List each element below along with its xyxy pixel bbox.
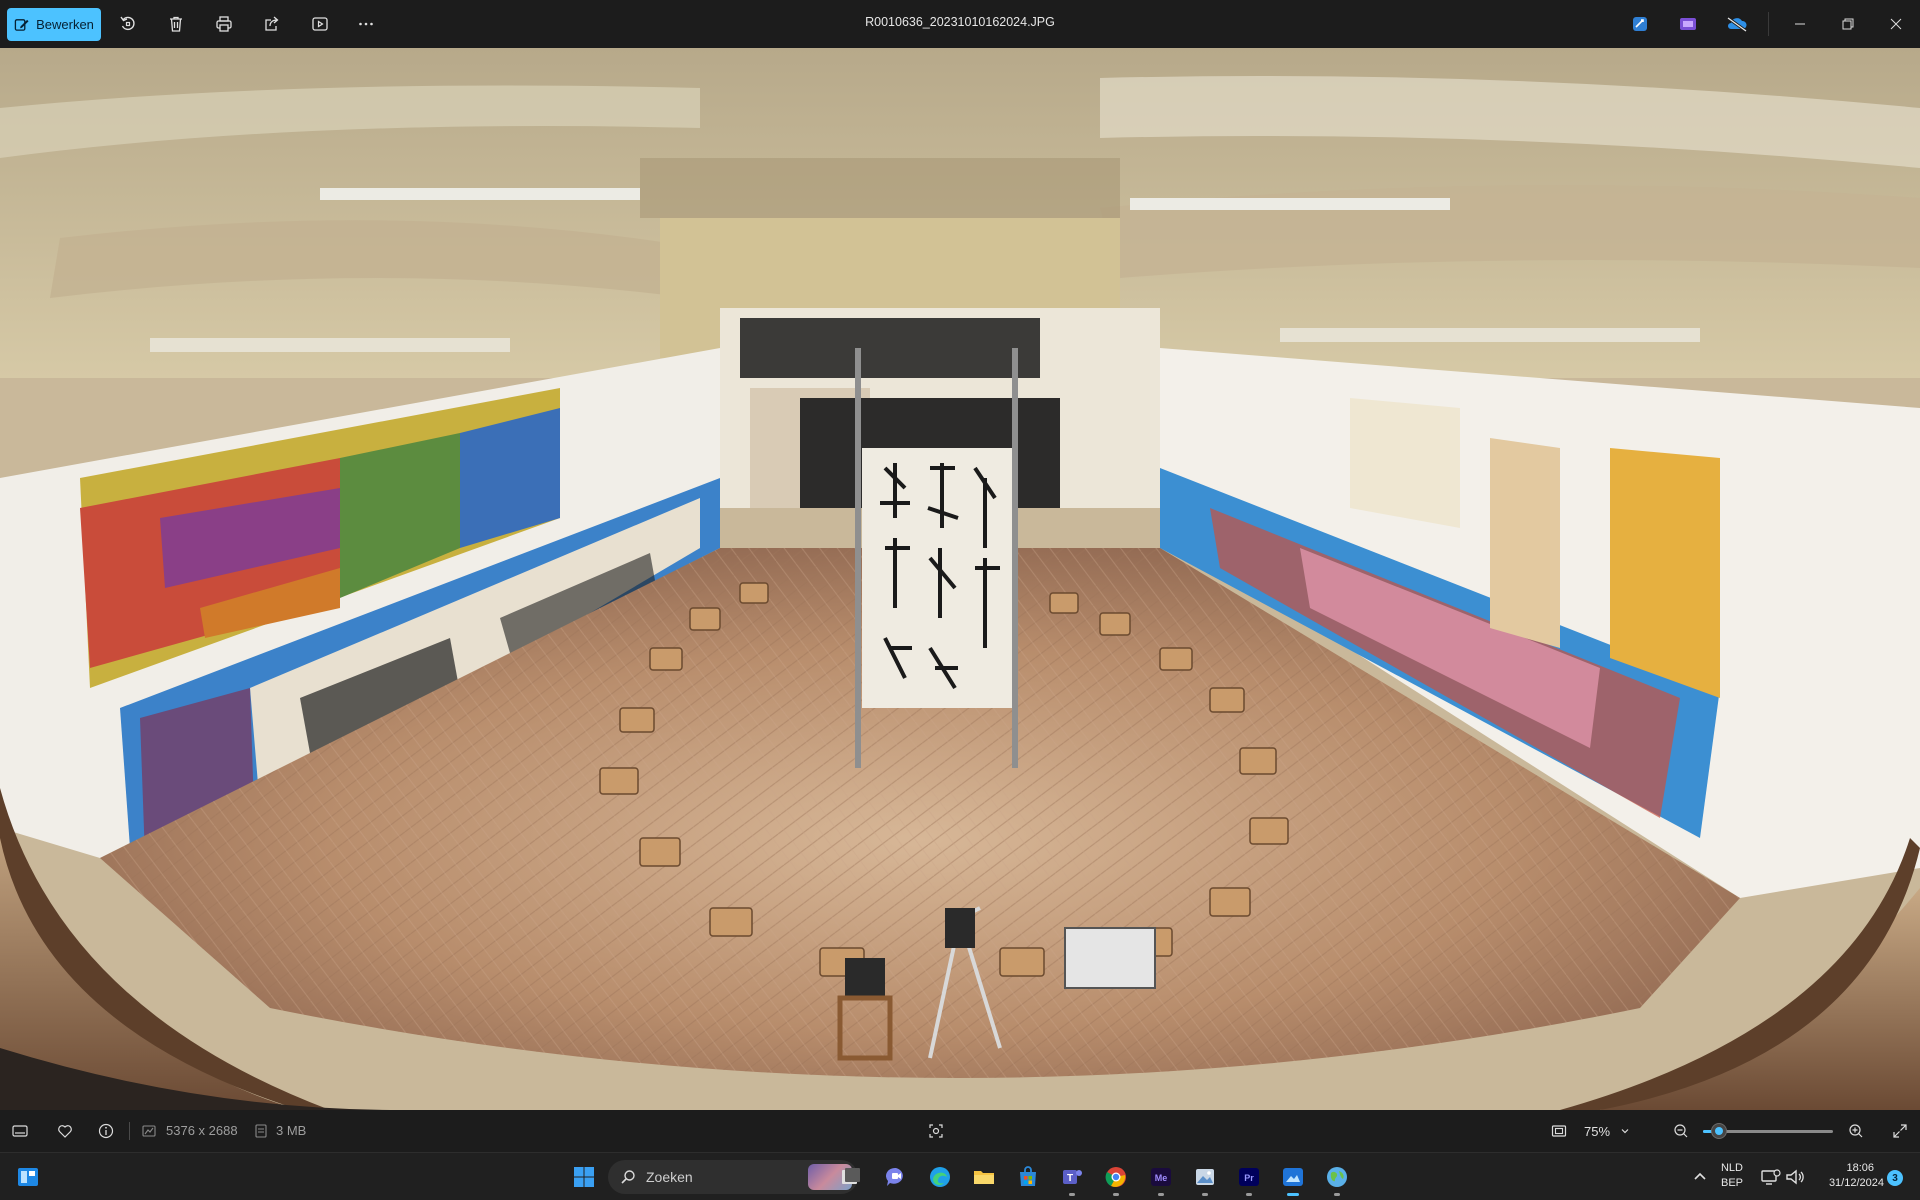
zoom-slider-thumb[interactable] — [1710, 1123, 1727, 1139]
close-icon — [1890, 18, 1902, 30]
filmstrip-icon[interactable] — [9, 1120, 31, 1142]
toolbar-divider — [1768, 12, 1769, 36]
restore-button[interactable] — [1824, 0, 1872, 48]
image-viewer[interactable] — [0, 48, 1920, 1110]
designer-icon[interactable] — [1677, 13, 1699, 35]
photos-viewer-icon[interactable] — [1278, 1162, 1308, 1196]
chevron-down-icon — [1621, 1129, 1629, 1134]
info-icon[interactable] — [95, 1120, 117, 1142]
taskbar: Zoeken T Me Pr NLD BEP 18:06 31/12/2024 … — [0, 1152, 1920, 1200]
print-icon[interactable] — [212, 12, 236, 36]
edit-icon — [14, 19, 29, 31]
photos-app-icon[interactable] — [1190, 1162, 1220, 1196]
status-bar: 5376 x 2688 3 MB 75% — [0, 1110, 1920, 1152]
language-primary: NLD — [1720, 1162, 1743, 1174]
premiere-icon[interactable]: Pr — [1234, 1162, 1264, 1196]
chrome-icon[interactable] — [1101, 1162, 1131, 1196]
file-explorer-icon[interactable] — [969, 1162, 999, 1192]
clock[interactable]: 18:06 31/12/2024 — [1808, 1161, 1888, 1191]
visual-search-icon[interactable] — [925, 1120, 947, 1142]
language-secondary: BEP — [1720, 1177, 1743, 1189]
more-icon[interactable] — [354, 12, 378, 36]
taskbar-search[interactable]: Zoeken — [608, 1160, 858, 1194]
zoom-value: 75% — [1584, 1123, 1611, 1139]
zoom-in-icon[interactable] — [1845, 1120, 1867, 1142]
panorama-photo — [0, 48, 1920, 1110]
image-dimensions: 5376 x 2688 — [166, 1123, 238, 1138]
close-button[interactable] — [1872, 0, 1920, 48]
edit-button-label: Bewerken — [36, 17, 94, 32]
restore-icon — [1842, 18, 1854, 30]
minimize-icon — [1795, 23, 1805, 25]
fullscreen-icon[interactable] — [1889, 1120, 1911, 1142]
zoom-out-icon[interactable] — [1670, 1120, 1692, 1142]
store-icon[interactable] — [1013, 1162, 1043, 1192]
show-hidden-icons-icon[interactable] — [1685, 1162, 1715, 1192]
slideshow-icon[interactable] — [308, 12, 332, 36]
media-encoder-icon[interactable]: Me — [1146, 1162, 1176, 1196]
notification-badge[interactable]: 3 — [1887, 1170, 1903, 1186]
minimize-button[interactable] — [1776, 0, 1824, 48]
start-icon[interactable] — [569, 1162, 599, 1192]
file-size: 3 MB — [276, 1123, 307, 1138]
photos-app-window: Bewerken R0010636_20231010162024.JPG 537… — [0, 0, 1920, 1152]
edit-button[interactable]: Bewerken — [7, 8, 101, 41]
clock-time: 18:06 — [1846, 1162, 1874, 1174]
language-indicator[interactable]: NLD BEP — [1717, 1161, 1747, 1191]
file-size-icon — [250, 1120, 272, 1142]
resolution-icon — [138, 1120, 160, 1142]
search-icon — [621, 1170, 635, 1184]
share-icon[interactable] — [260, 12, 284, 36]
delete-icon[interactable] — [164, 12, 188, 36]
zoom-dropdown[interactable]: 75% — [1584, 1116, 1644, 1146]
maps-icon[interactable] — [1322, 1162, 1352, 1196]
svg-text:Me: Me — [1155, 1173, 1168, 1183]
chat-icon[interactable] — [881, 1162, 911, 1192]
svg-text:T: T — [1067, 1173, 1073, 1184]
search-placeholder: Zoeken — [646, 1169, 693, 1185]
clock-date: 31/12/2024 — [1828, 1177, 1884, 1189]
clipchamp-icon[interactable] — [1629, 13, 1651, 35]
edge-icon[interactable] — [925, 1162, 955, 1192]
favorite-icon[interactable] — [54, 1120, 76, 1142]
zoom-slider[interactable] — [1703, 1123, 1833, 1139]
teams-icon[interactable]: T — [1057, 1162, 1087, 1196]
task-view-icon[interactable] — [836, 1162, 866, 1192]
rotate-icon[interactable] — [116, 12, 140, 36]
widgets-icon[interactable] — [13, 1162, 43, 1192]
toolbar: Bewerken R0010636_20231010162024.JPG — [0, 0, 1920, 48]
svg-text:Pr: Pr — [1244, 1173, 1254, 1183]
status-divider — [129, 1122, 130, 1140]
volume-icon[interactable] — [1780, 1162, 1810, 1192]
onedrive-off-icon[interactable] — [1726, 13, 1748, 35]
fit-to-window-icon[interactable] — [1548, 1120, 1570, 1142]
